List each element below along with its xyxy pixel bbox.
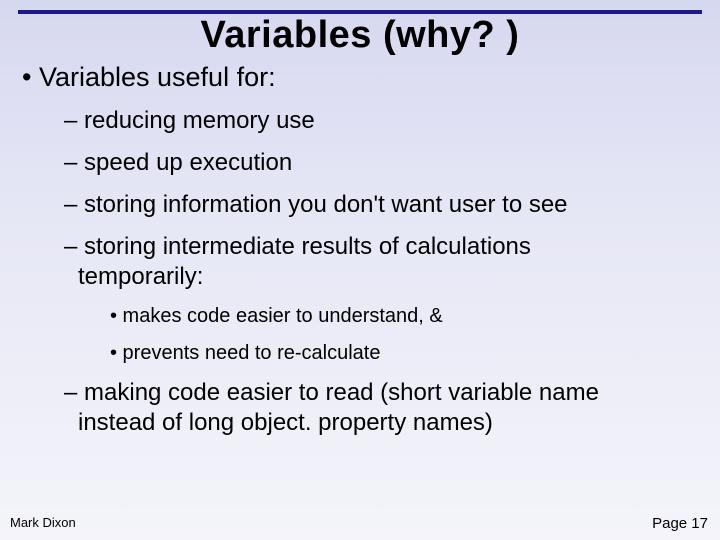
bullet-level2: – speed up execution <box>64 149 702 177</box>
footer-page: Page 17 <box>652 515 708 532</box>
bullet-level2-cont: temporarily: <box>78 263 702 291</box>
bullet-level3: • prevents need to re-calculate <box>110 342 702 365</box>
bullet-level2: – making code easier to read (short vari… <box>64 379 702 407</box>
content-area: • Variables useful for: – reducing memor… <box>18 62 702 500</box>
slide-title: Variables (why? ) <box>0 14 720 57</box>
bullet-level2-cont: instead of long object. property names) <box>78 409 702 437</box>
bullet-level2: – storing information you don't want use… <box>64 191 702 219</box>
bullet-level1: • Variables useful for: <box>22 62 702 93</box>
slide: Variables (why? ) • Variables useful for… <box>0 0 720 540</box>
bullet-level3: • makes code easier to understand, & <box>110 305 702 328</box>
bullet-level2: – storing intermediate results of calcul… <box>64 233 702 261</box>
bullet-level2: – reducing memory use <box>64 107 702 135</box>
footer-author: Mark Dixon <box>10 515 76 530</box>
